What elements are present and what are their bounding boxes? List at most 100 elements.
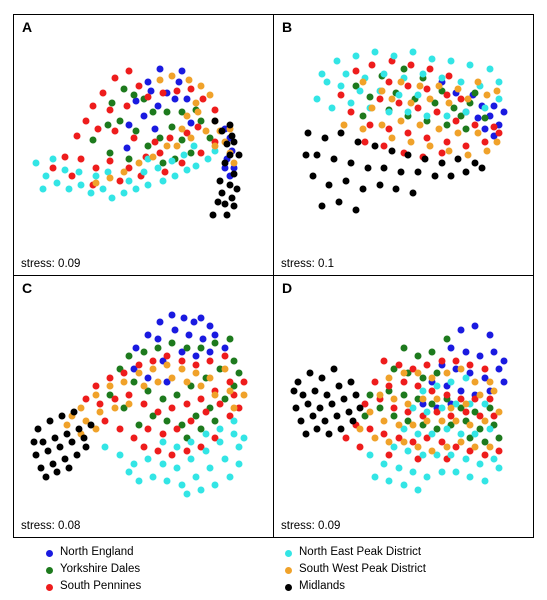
data-point xyxy=(120,189,128,197)
data-point xyxy=(226,181,234,189)
data-point xyxy=(130,378,138,386)
data-point xyxy=(154,164,162,172)
data-point xyxy=(104,121,112,129)
data-point xyxy=(490,348,498,356)
data-point xyxy=(388,147,396,155)
data-point xyxy=(400,481,407,489)
data-point xyxy=(92,391,100,399)
data-point xyxy=(61,166,69,174)
data-point xyxy=(132,185,140,193)
panel-c-points xyxy=(14,276,273,537)
data-point xyxy=(187,455,195,463)
data-point xyxy=(321,134,329,142)
data-point xyxy=(32,159,40,167)
legend-label-south-pennines: South Pennines xyxy=(60,580,142,593)
data-point xyxy=(462,408,470,416)
data-point xyxy=(135,421,143,429)
legend: North England Yorkshire Dales South Penn… xyxy=(13,545,534,597)
data-point xyxy=(154,335,162,343)
data-point xyxy=(376,391,384,399)
data-point xyxy=(395,361,403,369)
data-point xyxy=(156,149,164,157)
data-point xyxy=(32,451,40,459)
data-point xyxy=(347,378,355,386)
data-point xyxy=(218,189,226,197)
data-point xyxy=(474,129,482,137)
data-point xyxy=(65,185,73,193)
data-point xyxy=(151,138,159,146)
data-point xyxy=(53,468,61,476)
data-point xyxy=(368,104,376,112)
data-point xyxy=(140,400,147,407)
data-point xyxy=(476,352,484,360)
data-point xyxy=(180,314,188,321)
data-point xyxy=(495,365,503,373)
data-point xyxy=(187,134,195,142)
data-point xyxy=(178,125,186,133)
data-point xyxy=(299,391,307,399)
data-point xyxy=(376,404,384,412)
data-point xyxy=(471,322,479,330)
data-point xyxy=(235,151,243,159)
data-point xyxy=(204,155,212,163)
data-point xyxy=(168,374,176,382)
data-point xyxy=(416,82,424,90)
data-point xyxy=(49,164,57,172)
legend-swatch-icon-yorkshire-dales xyxy=(46,566,53,574)
data-point xyxy=(206,357,214,364)
data-point xyxy=(414,168,422,176)
data-point xyxy=(404,447,412,455)
data-point xyxy=(392,185,400,193)
data-point xyxy=(409,189,417,197)
data-point xyxy=(481,417,489,425)
data-point xyxy=(466,421,474,429)
data-point xyxy=(423,112,431,120)
data-point xyxy=(123,144,131,152)
data-point xyxy=(495,78,503,86)
data-point xyxy=(116,425,124,433)
data-point xyxy=(352,391,360,399)
data-point xyxy=(226,378,234,386)
data-point xyxy=(163,417,171,425)
data-point xyxy=(197,149,205,157)
data-point xyxy=(163,142,171,150)
data-point xyxy=(366,451,374,459)
data-point xyxy=(328,400,336,407)
data-point xyxy=(156,65,164,73)
data-point xyxy=(414,91,422,99)
data-point xyxy=(211,391,219,399)
data-point xyxy=(226,473,234,481)
data-point xyxy=(438,149,446,157)
data-point xyxy=(397,117,405,125)
panel-d-stress: stress: 0.09 xyxy=(281,519,341,532)
data-point xyxy=(61,153,69,161)
legend-item-south-pennines: South Pennines xyxy=(46,579,296,595)
data-point xyxy=(378,87,386,95)
data-point xyxy=(385,374,393,382)
data-point xyxy=(371,434,379,442)
data-point xyxy=(333,412,341,420)
data-point xyxy=(173,464,181,472)
data-point xyxy=(371,142,379,150)
data-point xyxy=(168,123,176,131)
data-point xyxy=(438,357,446,364)
data-point xyxy=(106,157,114,165)
data-point xyxy=(385,382,393,390)
data-point xyxy=(423,408,431,416)
data-point xyxy=(361,138,369,146)
data-point xyxy=(395,464,403,472)
data-point xyxy=(106,374,114,382)
data-point xyxy=(302,430,309,438)
data-point xyxy=(49,460,57,468)
data-point xyxy=(337,91,345,99)
data-point xyxy=(199,95,207,103)
data-point xyxy=(495,464,503,472)
data-point xyxy=(144,455,152,463)
data-point xyxy=(435,82,443,90)
data-point xyxy=(486,443,494,450)
legend-swatch-icon-midlands xyxy=(285,583,292,591)
data-point xyxy=(144,331,152,339)
data-point xyxy=(111,404,119,412)
data-point xyxy=(197,314,205,321)
data-point xyxy=(58,412,66,420)
